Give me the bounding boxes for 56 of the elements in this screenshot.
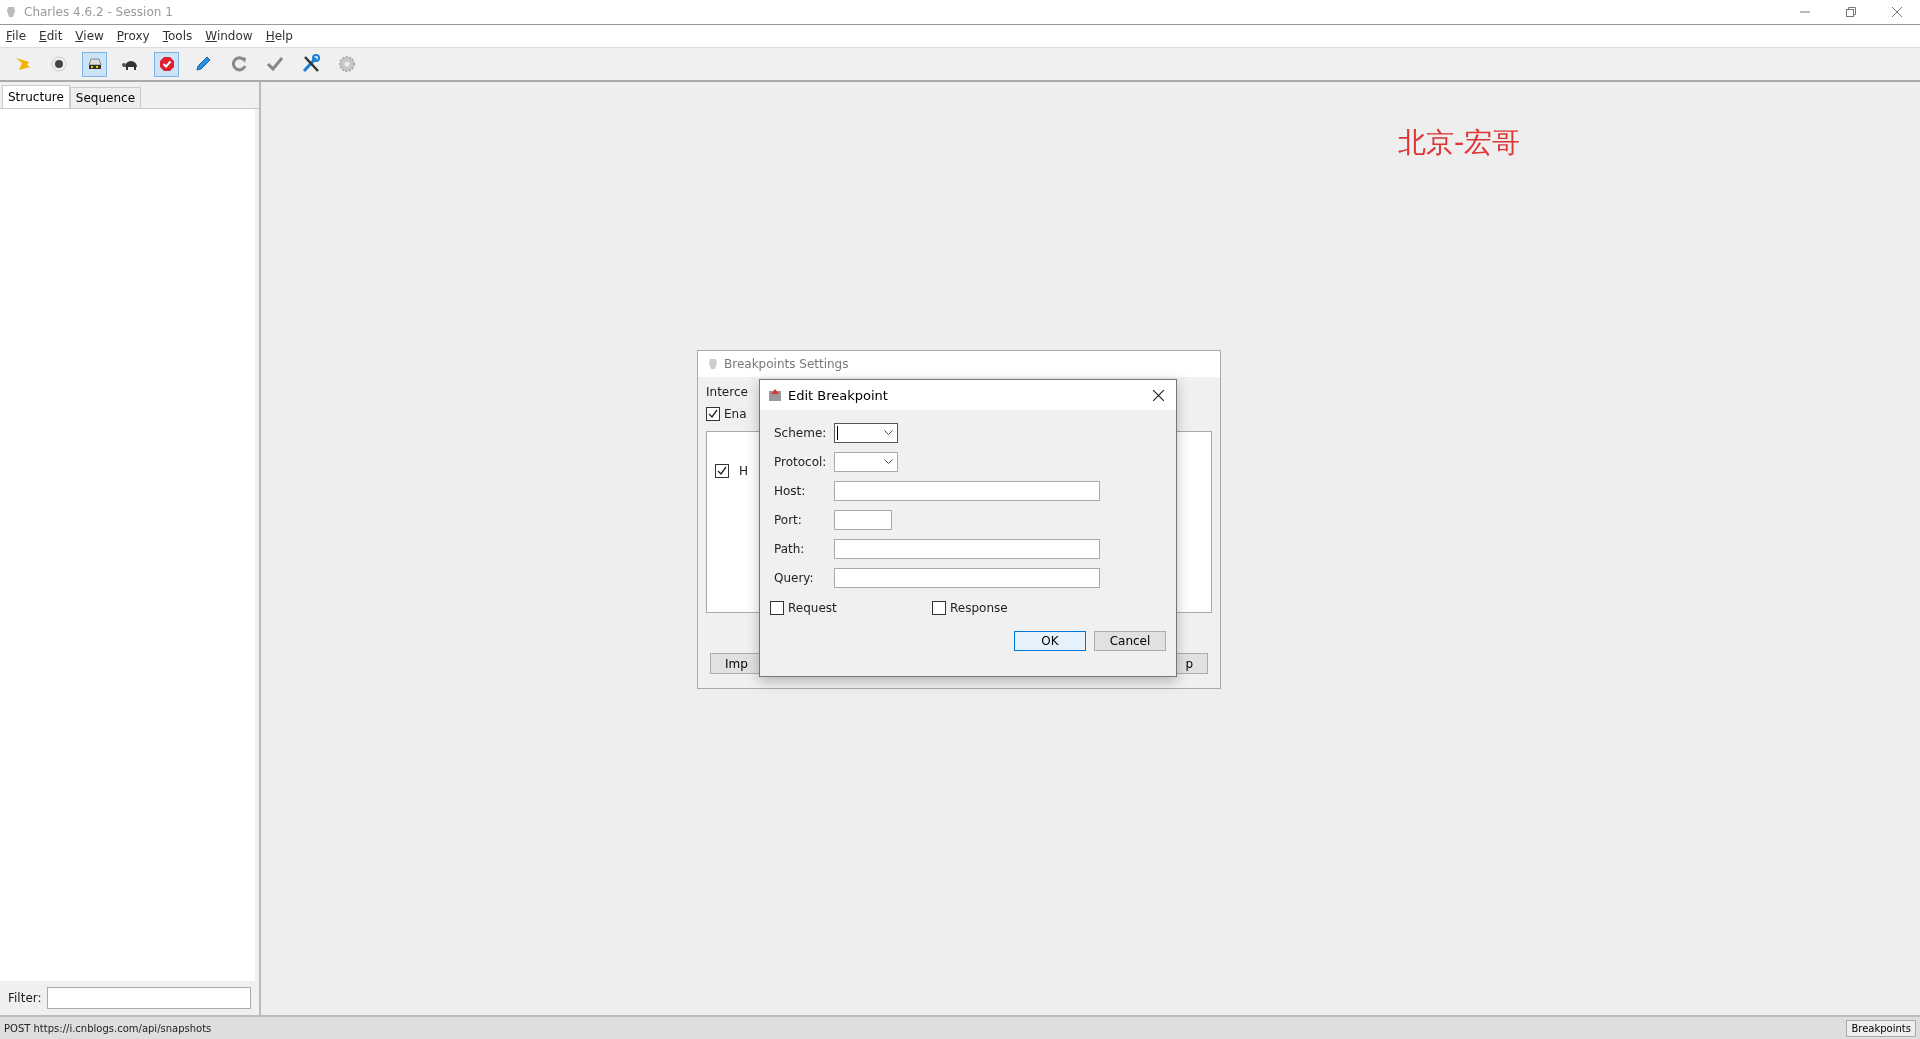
tab[interactable]: Sequence	[69, 87, 142, 108]
menu-item[interactable]: File	[6, 29, 27, 43]
section-label: Interce	[706, 385, 748, 399]
dropdown[interactable]	[834, 423, 898, 443]
menu-item[interactable]: Edit	[39, 29, 63, 43]
annotation-text: 北京-宏哥	[1398, 125, 1521, 161]
input-field[interactable]	[834, 510, 892, 530]
stop-sign-icon	[158, 56, 175, 72]
app-icon	[6, 6, 16, 18]
field-label: Query:	[774, 571, 815, 585]
app-icon	[768, 388, 782, 402]
input-field[interactable]	[834, 481, 1100, 501]
app-icon	[708, 358, 718, 370]
table-cell: H	[739, 464, 749, 478]
dialog-title: Edit Breakpoint	[788, 387, 888, 403]
status-button[interactable]: Breakpoints	[1846, 1019, 1916, 1037]
dialog-title: Breakpoints Settings	[724, 357, 849, 371]
input-field[interactable]	[834, 568, 1100, 588]
chevron-down-icon	[884, 430, 893, 436]
record-icon	[50, 56, 67, 72]
status-text: POST https://i.cnblogs.com/api/snapshots	[4, 1022, 212, 1034]
dialog-button[interactable]: Cancel	[1094, 631, 1166, 651]
menu-item[interactable]: Window	[205, 29, 253, 43]
field-label: Host:	[774, 484, 807, 498]
menu-item[interactable]: Proxy	[116, 29, 150, 43]
refresh-icon	[229, 55, 248, 73]
tools-icon	[300, 54, 321, 74]
filter-label: Filter:	[8, 991, 42, 1005]
filter-field[interactable]	[46, 987, 251, 1009]
menu-item[interactable]: Tools	[162, 29, 193, 43]
toolbar-button[interactable]	[82, 51, 107, 77]
checkbox-label: Ena	[724, 407, 747, 421]
input-field[interactable]	[834, 539, 1100, 559]
checkbox-label: Response	[950, 601, 1008, 615]
field-label: Scheme:	[774, 426, 828, 440]
menu-item[interactable]: View	[75, 29, 104, 43]
tab[interactable]: Structure	[2, 85, 70, 108]
checkbox[interactable]	[770, 601, 784, 615]
gear-icon	[337, 55, 356, 73]
window-title: Charles 4.6.2 - Session 1	[24, 5, 173, 19]
checkbox[interactable]	[932, 601, 946, 615]
checkbox[interactable]	[715, 464, 729, 478]
pen-icon	[193, 55, 212, 73]
checkbox-label: Request	[788, 601, 837, 615]
chevron-down-icon	[884, 459, 893, 465]
close-icon	[1892, 7, 1902, 17]
menu-item[interactable]: Help	[265, 29, 293, 43]
checkmark-icon	[265, 56, 284, 72]
restore-icon	[1846, 7, 1856, 17]
field-label: Port:	[774, 513, 803, 527]
throttle-icon	[86, 57, 103, 71]
field-label: Path:	[774, 542, 806, 556]
field-label: Protocol:	[774, 455, 828, 469]
close-icon	[1152, 389, 1164, 401]
checkbox[interactable]	[706, 407, 720, 421]
dialog-button[interactable]: OK	[1014, 631, 1086, 651]
